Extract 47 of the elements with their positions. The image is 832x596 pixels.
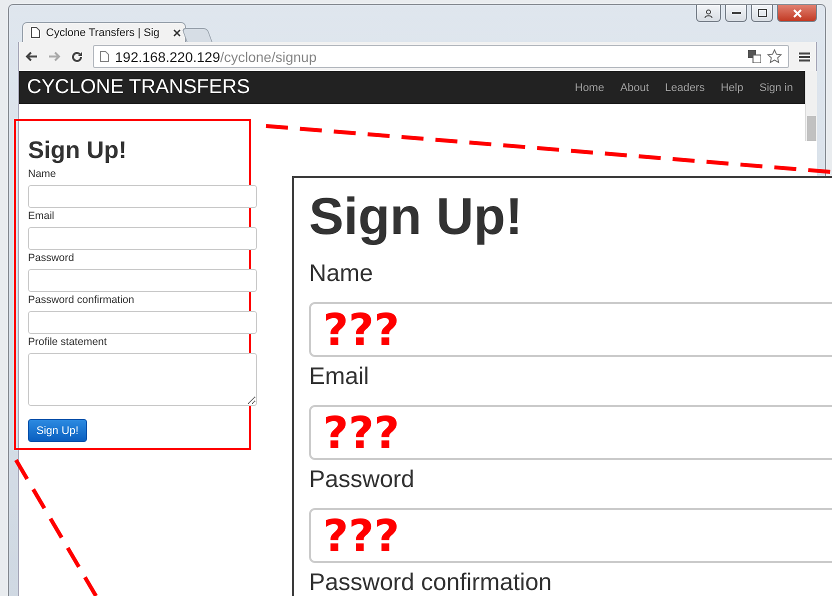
field-label: Email: [28, 210, 56, 222]
maximize-button[interactable]: [751, 5, 773, 22]
field-label: Password: [28, 252, 76, 264]
star-icon[interactable]: [767, 49, 782, 64]
form-title: Sign Up!: [28, 139, 128, 163]
close-button[interactable]: [777, 5, 817, 22]
field-label: Name: [28, 168, 58, 180]
address-bar[interactable]: 192.168.220.129/cyclone/signup: [93, 45, 789, 68]
form-title: Sign Up!: [309, 188, 524, 246]
minimize-button[interactable]: [725, 5, 747, 22]
nav-link[interactable]: Sign in: [759, 82, 793, 94]
back-icon[interactable]: [25, 51, 38, 62]
field-label: Email: [309, 363, 370, 391]
brand-title[interactable]: CYCLONE TRANSFERS: [27, 76, 559, 99]
url-host: 192.168.220.129: [115, 48, 220, 64]
field-label: Password confirmation: [309, 569, 553, 596]
field-label: Password: [309, 466, 416, 494]
translate-icon[interactable]: [748, 50, 761, 63]
reload-icon[interactable]: [71, 50, 83, 62]
input-field[interactable]: ???: [309, 302, 832, 357]
url-path: /cyclone/signup: [220, 48, 317, 64]
person-icon: [704, 8, 713, 18]
field-label: Name: [309, 260, 374, 288]
maximize-icon: [758, 9, 766, 17]
nav-link[interactable]: Home: [574, 82, 604, 94]
field-label: Password confirmation: [28, 294, 136, 306]
user-button[interactable]: [696, 5, 721, 22]
nav-link[interactable]: About: [620, 82, 649, 94]
menu-icon[interactable]: [799, 52, 810, 62]
close-icon[interactable]: [173, 28, 181, 36]
sign-up-button[interactable]: Sign Up!: [28, 419, 87, 442]
page-icon: [100, 51, 109, 62]
browser-tab[interactable]: Cyclone Transfers | Sig: [22, 22, 186, 42]
input-field[interactable]: [28, 311, 257, 334]
nav-link[interactable]: Help: [720, 82, 744, 94]
page-icon: [31, 27, 40, 38]
input-field[interactable]: [28, 269, 257, 292]
input-field[interactable]: ???: [309, 405, 832, 460]
nav-link[interactable]: Leaders: [664, 82, 705, 94]
minimize-icon: [732, 11, 740, 15]
scrollbar-thumb[interactable]: [807, 116, 816, 141]
input-field[interactable]: [28, 185, 257, 208]
input-field[interactable]: [28, 227, 257, 250]
field-label: Profile statement: [28, 336, 108, 348]
close-icon: [792, 8, 802, 18]
input-field[interactable]: ???: [309, 508, 832, 563]
scrollbar[interactable]: [805, 71, 817, 141]
